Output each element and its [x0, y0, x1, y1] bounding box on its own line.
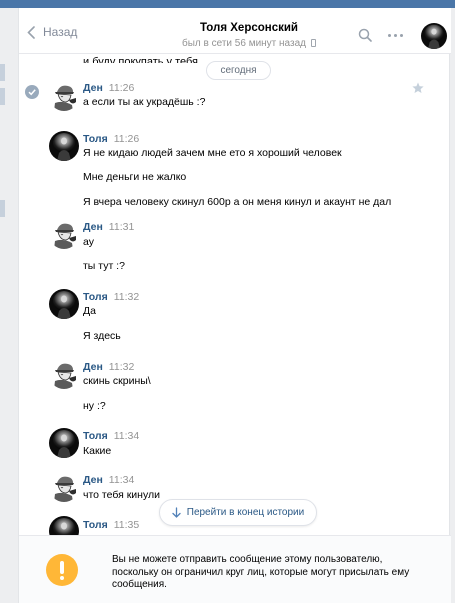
message-text: скинь скрины\	[83, 375, 151, 387]
sender-name-text[interactable]: Толя	[83, 291, 108, 303]
top-navigation-bar	[0, 0, 455, 8]
avatar[interactable]	[49, 516, 79, 535]
message-time: 11:34	[113, 430, 140, 442]
sender-name-text[interactable]: Ден	[83, 221, 103, 233]
chat-panel: Назад Толя Херсонский был в сети 56 мину…	[18, 8, 451, 603]
message-text: Какие	[83, 445, 112, 457]
check-circle-icon[interactable]	[25, 85, 39, 99]
blocked-message-text: Вы не можете отправить сообщение этому п…	[112, 554, 410, 590]
more-button[interactable]	[388, 34, 403, 37]
go-to-end-label: Перейти в конец истории	[186, 507, 305, 518]
message-text: Я здесь	[83, 330, 121, 342]
sender-name-text[interactable]: Толя	[83, 430, 108, 442]
online-status: был в сети 56 минут назад	[149, 38, 349, 49]
sender-name[interactable]: Толя 11:35	[83, 519, 139, 531]
more-horizontal-icon	[388, 34, 391, 37]
message-text: Да	[83, 305, 96, 317]
sidebar-marker[interactable]	[0, 200, 5, 217]
warning-icon	[46, 554, 78, 586]
header-avatar[interactable]	[421, 23, 447, 49]
go-to-end-button[interactable]: Перейти в конец истории	[159, 499, 317, 526]
sender-name[interactable]: Ден 11:34	[83, 474, 134, 486]
date-separator: сегодня	[206, 61, 271, 80]
phone-icon	[311, 39, 316, 47]
message-time: 11:32	[108, 361, 135, 373]
message-text: ну :?	[83, 400, 106, 412]
arrow-down-icon	[172, 507, 181, 518]
message-text: а если ты ак украдёшь :?	[83, 96, 206, 108]
blocked-message-footer: Вы не можете отправить сообщение этому п…	[19, 535, 451, 603]
avatar[interactable]	[49, 219, 79, 249]
message-time: 11:35	[113, 519, 140, 531]
message-text: Я вчера человеку скинул 600р а он меня к…	[83, 196, 392, 208]
avatar[interactable]	[49, 81, 79, 111]
more-dot	[400, 34, 403, 37]
message-time: 11:32	[113, 291, 140, 303]
sender-name-text[interactable]: Ден	[83, 361, 103, 373]
message-time: 11:31	[108, 221, 135, 233]
star-icon[interactable]	[412, 82, 424, 97]
status-text: был в сети 56 минут назад	[182, 38, 306, 49]
chat-header: Назад Толя Херсонский был в сети 56 мину…	[19, 8, 451, 54]
left-sidebar-strip	[0, 8, 18, 603]
message-time: 11:34	[108, 474, 135, 486]
message-time: 11:26	[113, 133, 140, 145]
chat-title[interactable]: Толя Херсонский	[149, 22, 349, 34]
message-text: ты тут :?	[83, 260, 125, 272]
back-label: Назад	[43, 25, 78, 39]
sender-name-text[interactable]: Толя	[83, 133, 108, 145]
chevron-left-icon	[27, 25, 35, 39]
message-text: Я не кидаю людей зачем мне ето я хороший…	[83, 147, 342, 159]
message-text: ау	[83, 236, 94, 248]
avatar[interactable]	[49, 131, 79, 161]
avatar[interactable]	[49, 428, 79, 458]
sender-name[interactable]: Ден 11:31	[83, 221, 134, 233]
sender-name-text[interactable]: Ден	[83, 82, 103, 94]
search-icon	[358, 28, 372, 42]
sender-name-text[interactable]: Ден	[83, 474, 103, 486]
sender-name[interactable]: Толя 11:32	[83, 291, 139, 303]
message-text: что тебя кинули	[83, 489, 160, 501]
sidebar-marker[interactable]	[0, 64, 5, 81]
message-time: 11:26	[108, 82, 135, 94]
sender-name-text[interactable]: Толя	[83, 519, 108, 531]
sender-name[interactable]: Толя 11:26	[83, 133, 139, 145]
message-text: Мне деньги не жалко	[83, 171, 187, 183]
sender-name[interactable]: Толя 11:34	[83, 430, 139, 442]
more-dot	[394, 34, 397, 37]
avatar[interactable]	[49, 359, 79, 389]
sender-name[interactable]: Ден 11:26	[83, 82, 134, 94]
search-button[interactable]	[358, 28, 372, 45]
avatar[interactable]	[49, 289, 79, 319]
sender-name[interactable]: Ден 11:32	[83, 361, 134, 373]
partial-message-text: и буду покупать у тебя	[83, 56, 199, 63]
back-button[interactable]: Назад	[27, 25, 77, 39]
sidebar-marker[interactable]	[0, 88, 5, 105]
avatar[interactable]	[49, 472, 79, 502]
